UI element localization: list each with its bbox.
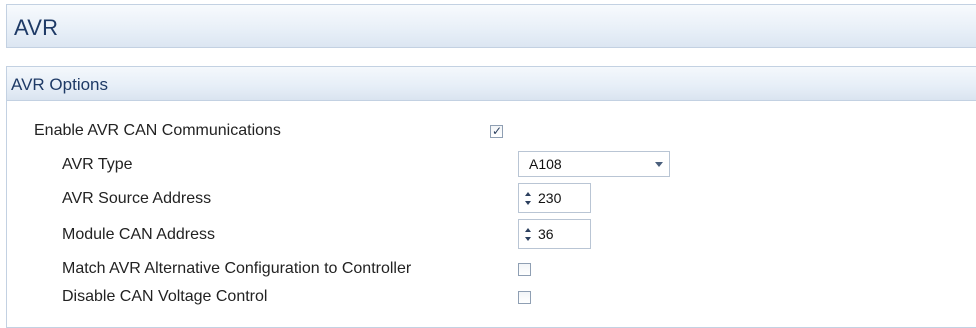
spin-up-icon[interactable]	[525, 228, 531, 232]
avr-source-address-spinner[interactable]: 230	[518, 183, 591, 213]
disable-can-voltage-label: Disable CAN Voltage Control	[62, 288, 268, 305]
match-alt-config-checkbox[interactable]	[518, 263, 531, 276]
spin-up-icon[interactable]	[525, 192, 531, 196]
page-header: AVR	[6, 4, 976, 48]
page-title: AVR	[14, 15, 59, 40]
avr-type-label: AVR Type	[62, 156, 133, 173]
chevron-down-icon[interactable]	[655, 162, 663, 167]
avr-options-panel: AVR Options Enable AVR CAN Communication…	[6, 66, 976, 328]
spin-down-icon[interactable]	[525, 237, 531, 241]
check-icon: ✓	[492, 124, 503, 138]
module-can-address-label: Module CAN Address	[62, 226, 215, 243]
panel-title: AVR Options	[11, 75, 109, 94]
match-alt-config-label: Match AVR Alternative Configuration to C…	[62, 260, 412, 277]
module-can-address-spinner[interactable]: 36	[518, 219, 591, 249]
enable-can-checkbox[interactable]: ✓	[490, 124, 503, 138]
avr-type-dropdown[interactable]: A108	[518, 151, 670, 177]
avr-type-value: A108	[529, 156, 562, 172]
disable-can-voltage-checkbox[interactable]	[518, 291, 531, 304]
avr-source-address-value: 230	[538, 190, 562, 206]
panel-header: AVR Options	[7, 67, 976, 101]
spin-down-icon[interactable]	[525, 201, 531, 205]
enable-can-label: Enable AVR CAN Communications	[34, 122, 281, 139]
module-can-address-value: 36	[538, 226, 554, 242]
avr-source-address-label: AVR Source Address	[62, 190, 212, 207]
